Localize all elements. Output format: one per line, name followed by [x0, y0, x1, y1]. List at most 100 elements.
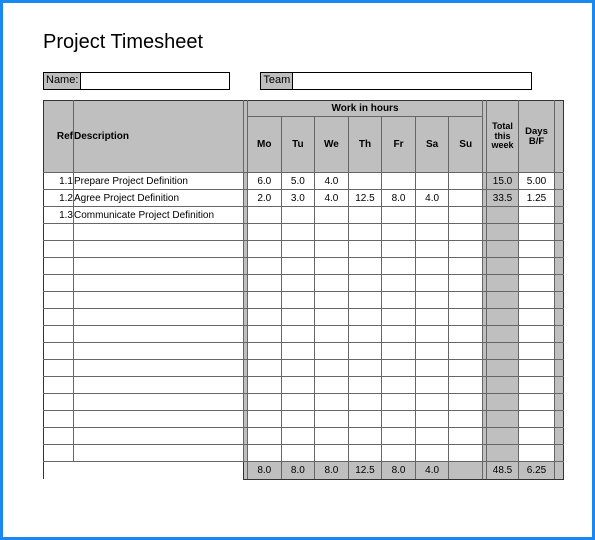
cell-sa[interactable] — [415, 173, 449, 190]
cell-desc[interactable] — [74, 445, 244, 462]
cell-we[interactable] — [315, 275, 349, 292]
cell-fr[interactable] — [382, 258, 416, 275]
cell-ref[interactable]: 1.2 — [44, 190, 74, 207]
cell-desc[interactable] — [74, 241, 244, 258]
cell-fr[interactable] — [382, 224, 416, 241]
cell-su[interactable] — [449, 445, 483, 462]
cell-fr[interactable] — [382, 428, 416, 445]
cell-tu[interactable] — [281, 343, 315, 360]
cell-desc[interactable]: Communicate Project Definition — [74, 207, 244, 224]
cell-mo[interactable] — [248, 258, 282, 275]
cell-mo[interactable]: 6.0 — [248, 173, 282, 190]
cell-th[interactable] — [348, 377, 382, 394]
cell-su[interactable] — [449, 309, 483, 326]
cell-desc[interactable] — [74, 428, 244, 445]
cell-tu[interactable] — [281, 207, 315, 224]
cell-th[interactable] — [348, 445, 382, 462]
cell-sa[interactable]: 4.0 — [415, 190, 449, 207]
cell-ref[interactable] — [44, 445, 74, 462]
cell-ref[interactable] — [44, 309, 74, 326]
cell-we[interactable] — [315, 377, 349, 394]
cell-we[interactable] — [315, 343, 349, 360]
cell-tu[interactable] — [281, 411, 315, 428]
cell-th[interactable] — [348, 292, 382, 309]
cell-tu[interactable] — [281, 428, 315, 445]
cell-mo[interactable] — [248, 224, 282, 241]
cell-mo[interactable] — [248, 241, 282, 258]
cell-we[interactable] — [315, 360, 349, 377]
cell-desc[interactable] — [74, 343, 244, 360]
cell-bf[interactable] — [519, 411, 555, 428]
cell-bf[interactable] — [519, 241, 555, 258]
cell-tu[interactable]: 5.0 — [281, 173, 315, 190]
cell-th[interactable] — [348, 173, 382, 190]
cell-ref[interactable] — [44, 343, 74, 360]
cell-we[interactable] — [315, 224, 349, 241]
cell-mo[interactable] — [248, 360, 282, 377]
cell-tu[interactable] — [281, 258, 315, 275]
cell-we[interactable]: 4.0 — [315, 173, 349, 190]
cell-desc[interactable] — [74, 309, 244, 326]
cell-mo[interactable]: 2.0 — [248, 190, 282, 207]
cell-ref[interactable] — [44, 411, 74, 428]
cell-bf[interactable] — [519, 326, 555, 343]
cell-fr[interactable] — [382, 377, 416, 394]
cell-mo[interactable] — [248, 275, 282, 292]
cell-we[interactable] — [315, 394, 349, 411]
cell-th[interactable]: 12.5 — [348, 190, 382, 207]
cell-sa[interactable] — [415, 394, 449, 411]
cell-desc[interactable] — [74, 258, 244, 275]
cell-fr[interactable] — [382, 173, 416, 190]
cell-ref[interactable]: 1.3 — [44, 207, 74, 224]
cell-th[interactable] — [348, 343, 382, 360]
cell-bf[interactable] — [519, 377, 555, 394]
cell-fr[interactable] — [382, 445, 416, 462]
cell-mo[interactable] — [248, 445, 282, 462]
cell-mo[interactable] — [248, 343, 282, 360]
cell-th[interactable] — [348, 241, 382, 258]
cell-tu[interactable] — [281, 445, 315, 462]
cell-fr[interactable] — [382, 394, 416, 411]
cell-su[interactable] — [449, 190, 483, 207]
cell-tu[interactable] — [281, 224, 315, 241]
cell-ref[interactable] — [44, 360, 74, 377]
cell-mo[interactable] — [248, 411, 282, 428]
cell-th[interactable] — [348, 258, 382, 275]
cell-bf[interactable] — [519, 343, 555, 360]
cell-sa[interactable] — [415, 343, 449, 360]
cell-ref[interactable] — [44, 241, 74, 258]
cell-we[interactable] — [315, 445, 349, 462]
cell-bf[interactable] — [519, 224, 555, 241]
cell-fr[interactable] — [382, 292, 416, 309]
cell-bf[interactable]: 1.25 — [519, 190, 555, 207]
cell-tu[interactable] — [281, 309, 315, 326]
cell-mo[interactable] — [248, 292, 282, 309]
cell-we[interactable] — [315, 292, 349, 309]
cell-we[interactable] — [315, 428, 349, 445]
cell-tu[interactable] — [281, 292, 315, 309]
cell-tu[interactable] — [281, 275, 315, 292]
cell-su[interactable] — [449, 275, 483, 292]
cell-desc[interactable] — [74, 411, 244, 428]
cell-desc[interactable] — [74, 394, 244, 411]
cell-su[interactable] — [449, 258, 483, 275]
cell-desc[interactable] — [74, 292, 244, 309]
cell-su[interactable] — [449, 411, 483, 428]
cell-sa[interactable] — [415, 360, 449, 377]
cell-mo[interactable] — [248, 428, 282, 445]
cell-th[interactable] — [348, 394, 382, 411]
cell-sa[interactable] — [415, 292, 449, 309]
cell-mo[interactable] — [248, 394, 282, 411]
cell-fr[interactable]: 8.0 — [382, 190, 416, 207]
cell-fr[interactable] — [382, 309, 416, 326]
cell-we[interactable] — [315, 309, 349, 326]
cell-bf[interactable] — [519, 275, 555, 292]
cell-we[interactable] — [315, 258, 349, 275]
cell-tu[interactable] — [281, 326, 315, 343]
cell-fr[interactable] — [382, 207, 416, 224]
cell-tu[interactable] — [281, 377, 315, 394]
cell-su[interactable] — [449, 343, 483, 360]
cell-su[interactable] — [449, 173, 483, 190]
cell-desc[interactable]: Agree Project Definition — [74, 190, 244, 207]
cell-ref[interactable] — [44, 258, 74, 275]
